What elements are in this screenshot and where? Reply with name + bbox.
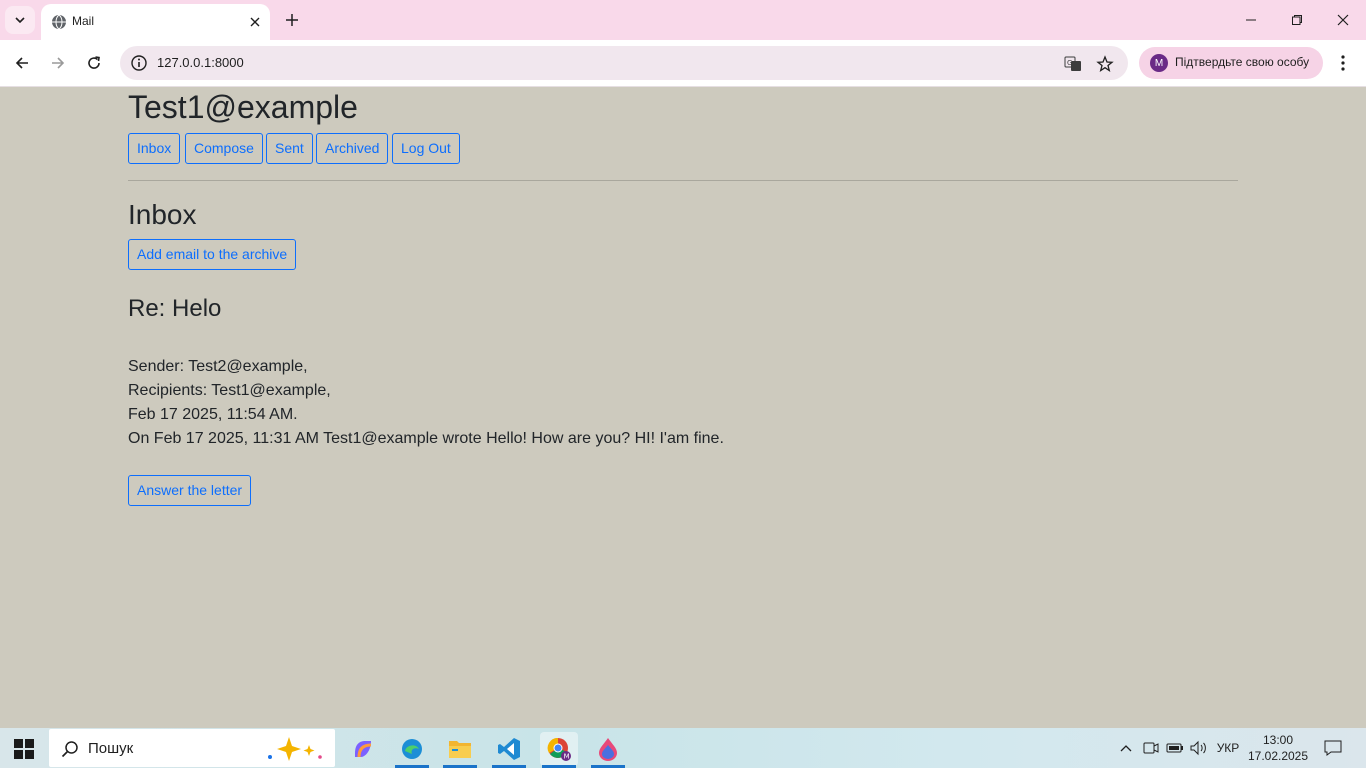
header-divider: [128, 180, 1238, 181]
avatar: M: [1150, 54, 1168, 72]
minimize-icon[interactable]: [1228, 0, 1274, 40]
tab-title: Mail: [72, 14, 95, 28]
answer-letter-button[interactable]: Answer the letter: [128, 475, 252, 506]
browser-toolbar: 127.0.0.1:8000 G M Підтвердьте свою особ…: [0, 40, 1366, 87]
sent-button[interactable]: Sent: [266, 133, 313, 164]
email-sender: Sender: Test2@example,: [128, 358, 308, 375]
address-bar[interactable]: 127.0.0.1:8000 G: [120, 46, 1128, 80]
paint-drop-icon[interactable]: [589, 732, 627, 768]
forward-arrow-icon[interactable]: [45, 50, 71, 76]
windows-taskbar: Пошук M УКР 13:00 17.02.2025: [0, 728, 1366, 768]
close-window-icon[interactable]: [1320, 0, 1366, 40]
new-tab-plus-icon[interactable]: [281, 9, 303, 31]
copilot-icon[interactable]: [344, 732, 382, 766]
profile-button[interactable]: M Підтвердьте свою особу: [1139, 47, 1323, 79]
user-email-heading: Test1@example: [128, 89, 358, 125]
browser-tab-mail[interactable]: Mail: [41, 4, 270, 40]
chevron-up-icon[interactable]: [1118, 738, 1134, 758]
sparkle-icon: [268, 737, 322, 761]
archived-button[interactable]: Archived: [316, 133, 389, 164]
archive-email-button[interactable]: Add email to the archive: [128, 239, 297, 270]
back-arrow-icon[interactable]: [9, 50, 35, 76]
svg-text:G: G: [1067, 59, 1072, 67]
translate-icon[interactable]: G: [1063, 54, 1083, 74]
taskbar-clock[interactable]: 13:00 17.02.2025: [1246, 732, 1310, 764]
bookmark-star-icon[interactable]: [1095, 54, 1115, 74]
clock-time: 13:00: [1262, 733, 1294, 747]
email-subject: Re: Helo: [128, 295, 222, 322]
notifications-icon[interactable]: [1322, 738, 1344, 758]
mail-page: Test1@example Inbox Compose Sent Archive…: [0, 87, 1366, 728]
email-recipients: Recipients: Test1@example,: [128, 382, 331, 399]
meet-camera-icon[interactable]: [1142, 738, 1160, 758]
mailbox-title: Inbox: [128, 199, 197, 230]
chrome-icon[interactable]: M: [540, 732, 578, 768]
search-placeholder: Пошук: [88, 740, 134, 757]
language-indicator[interactable]: УКР: [1212, 738, 1244, 758]
battery-icon[interactable]: [1165, 738, 1185, 758]
restore-icon[interactable]: [1274, 0, 1320, 40]
email-body: On Feb 17 2025, 11:31 AM Test1@example w…: [128, 430, 724, 447]
file-explorer-icon[interactable]: [441, 732, 479, 768]
tab-search-chevron-icon[interactable]: [5, 6, 35, 34]
svg-text:M: M: [564, 753, 570, 761]
logout-button[interactable]: Log Out: [392, 133, 460, 164]
reload-icon[interactable]: [81, 50, 107, 76]
vscode-icon[interactable]: [490, 732, 528, 768]
url-text[interactable]: 127.0.0.1:8000: [157, 55, 244, 70]
windows-start-icon[interactable]: [14, 739, 34, 759]
volume-icon[interactable]: [1188, 738, 1208, 758]
taskbar-search[interactable]: Пошук: [49, 729, 335, 767]
search-icon: [61, 741, 78, 758]
compose-button[interactable]: Compose: [185, 133, 263, 164]
tab-close-icon[interactable]: [246, 13, 264, 31]
site-info-icon[interactable]: [130, 54, 148, 72]
profile-label: Підтвердьте свою особу: [1175, 55, 1310, 69]
globe-icon: [52, 14, 66, 30]
browser-tabstrip: Mail: [0, 0, 1366, 40]
inbox-button[interactable]: Inbox: [128, 133, 181, 164]
email-timestamp: Feb 17 2025, 11:54 AM.: [128, 406, 298, 423]
clock-date: 17.02.2025: [1247, 749, 1309, 763]
edge-icon[interactable]: [393, 732, 431, 768]
kebab-menu-icon[interactable]: [1333, 50, 1353, 76]
